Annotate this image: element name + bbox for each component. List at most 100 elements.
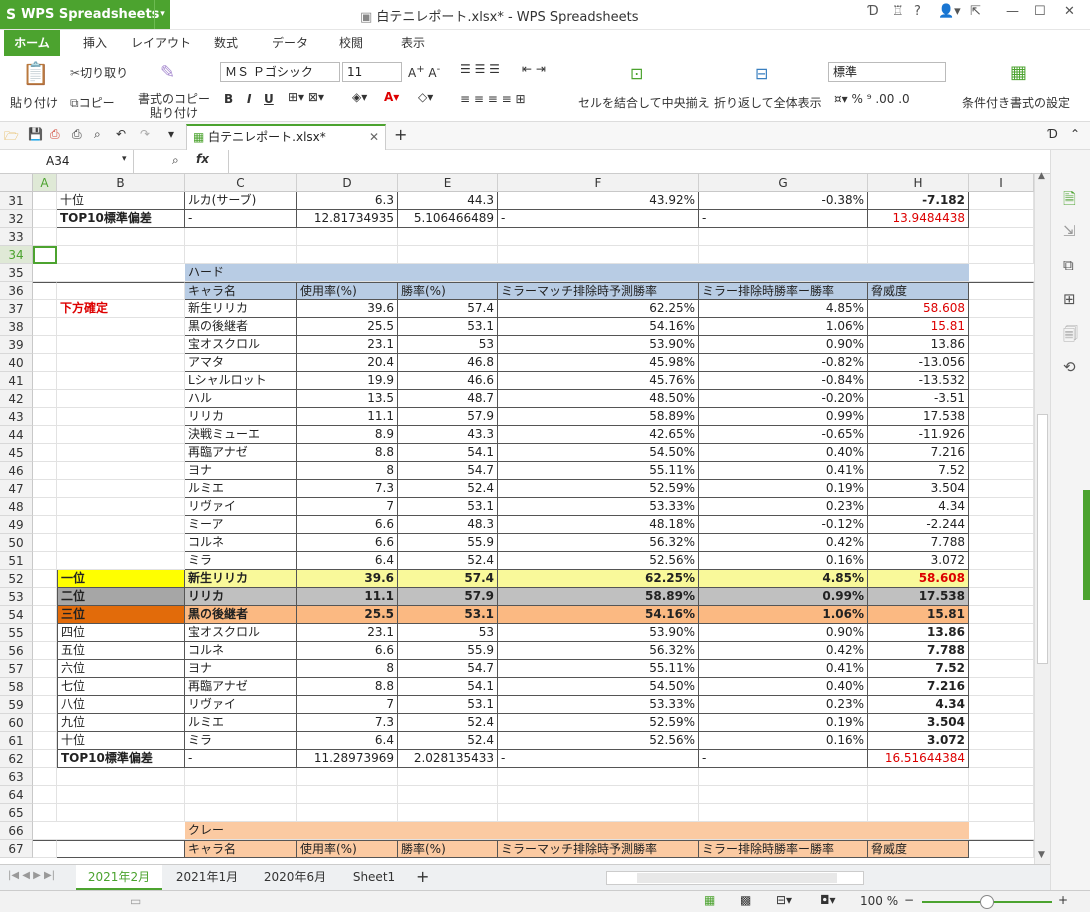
table-cell[interactable]: 三位 (57, 606, 185, 624)
close-icon[interactable]: ✕ (1064, 4, 1075, 19)
table-cell[interactable] (57, 390, 185, 408)
table-cell[interactable]: -0.20% (699, 390, 868, 408)
table-cell[interactable] (57, 228, 185, 246)
table-cell[interactable] (868, 246, 969, 264)
row-header[interactable]: 44 (0, 426, 33, 444)
indent-icon[interactable]: ⇤ ⇥ (522, 62, 546, 76)
table-cell[interactable]: 11.1 (297, 408, 398, 426)
table-cell[interactable]: 0.90% (699, 624, 868, 642)
table-cell[interactable]: 黒の後継者 (185, 606, 297, 624)
table-cell[interactable]: 54.50% (498, 444, 699, 462)
table-cell[interactable] (498, 804, 699, 822)
table-cell[interactable] (33, 732, 57, 750)
table-cell[interactable]: 0.42% (699, 534, 868, 552)
new-tab-icon[interactable]: + (394, 125, 407, 144)
table-cell[interactable] (33, 516, 57, 534)
table-cell[interactable] (33, 444, 57, 462)
table-cell[interactable] (969, 840, 1034, 858)
row-header[interactable]: 49 (0, 516, 33, 534)
font-name-select[interactable]: ＭＳ Ｐゴシック (220, 62, 340, 82)
table-cell[interactable]: 2.028135433 (398, 750, 498, 768)
table-cell[interactable] (969, 588, 1034, 606)
table-cell[interactable] (57, 786, 185, 804)
table-cell[interactable]: 52.4 (398, 480, 498, 498)
table-cell[interactable] (868, 804, 969, 822)
tab-view[interactable]: 表示 (388, 30, 438, 56)
table-cell[interactable] (969, 786, 1034, 804)
row-header[interactable]: 31 (0, 192, 33, 210)
table-cell[interactable]: 0.41% (699, 462, 868, 480)
table-cell[interactable]: 決戦ミューエ (185, 426, 297, 444)
table-cell[interactable]: -2.244 (868, 516, 969, 534)
table-cell[interactable] (969, 606, 1034, 624)
table-cell[interactable] (57, 408, 185, 426)
table-cell[interactable] (297, 822, 398, 840)
table-cell[interactable] (33, 804, 57, 822)
table-cell[interactable]: 7.216 (868, 678, 969, 696)
collapse-ribbon-icon[interactable]: ⌃ (1070, 127, 1080, 141)
user-icon[interactable]: 👤▾ (938, 4, 961, 19)
tab-layout[interactable]: レイアウト (128, 30, 194, 56)
table-cell[interactable]: 17.538 (868, 408, 969, 426)
table-cell[interactable] (57, 462, 185, 480)
table-cell[interactable]: 6.6 (297, 642, 398, 660)
row-header[interactable]: 45 (0, 444, 33, 462)
table-cell[interactable]: -3.51 (868, 390, 969, 408)
paste-button[interactable]: 貼り付け (10, 94, 58, 111)
table-cell[interactable]: TOP10標準偏差 (57, 750, 185, 768)
table-cell[interactable] (33, 660, 57, 678)
h-scroll-thumb[interactable] (637, 873, 837, 883)
close-tab-icon[interactable]: ✕ (369, 126, 379, 148)
table-cell[interactable]: 0.23% (699, 498, 868, 516)
table-cell[interactable] (297, 228, 398, 246)
table-cell[interactable]: 0.19% (699, 480, 868, 498)
table-cell[interactable] (33, 210, 57, 228)
table-cell[interactable]: 四位 (57, 624, 185, 642)
row-header[interactable]: 36 (0, 282, 33, 300)
read-mode-icon[interactable]: ◘▾ (820, 893, 836, 907)
table-cell[interactable] (868, 822, 969, 840)
table-cell[interactable]: 7.788 (868, 534, 969, 552)
page-break-view-icon[interactable]: ▩ (740, 893, 751, 907)
table-cell[interactable] (969, 570, 1034, 588)
table-cell[interactable] (969, 804, 1034, 822)
table-cell[interactable]: - (185, 750, 297, 768)
table-cell[interactable] (297, 786, 398, 804)
table-cell[interactable]: 62.25% (498, 300, 699, 318)
table-cell[interactable] (699, 228, 868, 246)
save-icon[interactable]: 💾 (28, 127, 43, 141)
table-cell[interactable]: 57.9 (398, 408, 498, 426)
table-cell[interactable] (57, 768, 185, 786)
clear-icon[interactable]: ◇▾ (418, 90, 433, 104)
table-cell[interactable]: 8.9 (297, 426, 398, 444)
table-cell[interactable]: ミラー排除時勝率ー勝率 (699, 282, 868, 300)
table-cell[interactable] (498, 264, 699, 282)
table-cell[interactable]: キャラ名 (185, 840, 297, 858)
table-cell[interactable]: 0.16% (699, 552, 868, 570)
border-icon[interactable]: ⊞▾ ⊠▾ (288, 90, 324, 104)
table-cell[interactable] (57, 822, 185, 840)
table-cell[interactable] (498, 228, 699, 246)
table-cell[interactable]: 58.608 (868, 300, 969, 318)
row-header[interactable]: 38 (0, 318, 33, 336)
table-cell[interactable]: 13.9484438 (868, 210, 969, 228)
table-cell[interactable]: 53.33% (498, 696, 699, 714)
table-cell[interactable]: 48.50% (498, 390, 699, 408)
row-header[interactable]: 46 (0, 462, 33, 480)
table-cell[interactable]: 53.1 (398, 606, 498, 624)
vertical-scrollbar[interactable]: ▲ ▼ (1034, 171, 1050, 864)
table-cell[interactable]: 57.4 (398, 300, 498, 318)
table-cell[interactable]: 8 (297, 660, 398, 678)
table-cell[interactable] (33, 768, 57, 786)
table-cell[interactable]: ミラ (185, 552, 297, 570)
spreadsheet-grid[interactable]: A B C D E F G H I 31 十位 ルカ(サーブ) 6.3 44.3 43.92% -0.38% -… (0, 174, 1034, 864)
table-cell[interactable] (868, 228, 969, 246)
table-cell[interactable]: -0.12% (699, 516, 868, 534)
table-cell[interactable]: 55.9 (398, 642, 498, 660)
table-cell[interactable] (868, 786, 969, 804)
table-cell[interactable]: 7.3 (297, 480, 398, 498)
table-cell[interactable]: 54.16% (498, 606, 699, 624)
table-cell[interactable] (398, 786, 498, 804)
table-cell[interactable]: 1.06% (699, 318, 868, 336)
table-cell[interactable] (33, 696, 57, 714)
